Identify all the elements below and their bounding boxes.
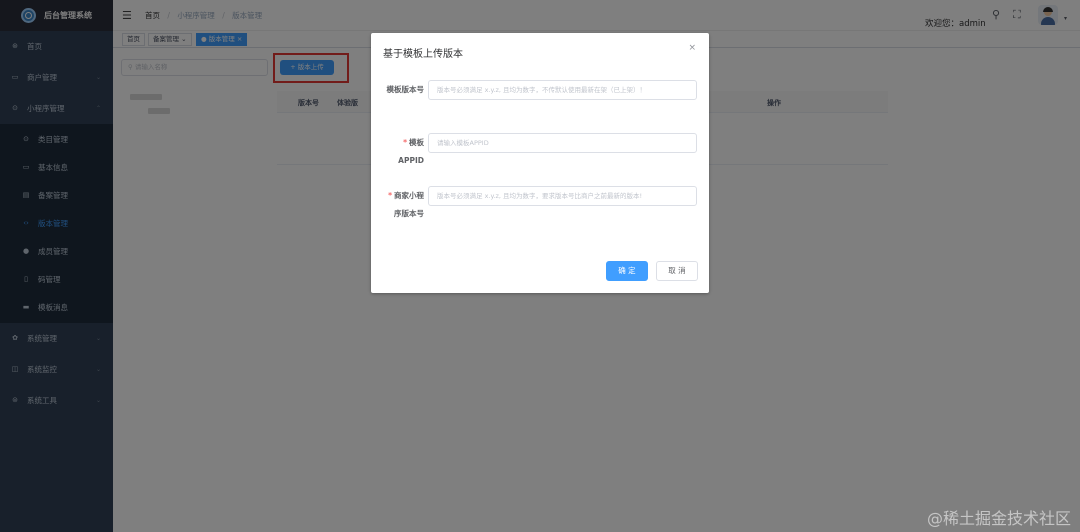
template-appid-input[interactable]: 请输入模板APPID xyxy=(428,133,697,153)
input-placeholder: 版本号必须满足 x.y.z, 且均为数字，不传默认使用最新在架（已上架）！ xyxy=(437,86,647,94)
dialog-title: 基于模板上传版本 xyxy=(383,49,463,60)
field-label-text: 模板APPID xyxy=(398,138,424,165)
input-placeholder: 版本号必须满足 x.y.z, 且均为数字，要求版本号比商户之前最新的版本! xyxy=(437,192,643,200)
input-placeholder: 请输入模板APPID xyxy=(437,139,489,147)
cancel-button[interactable]: 取 消 xyxy=(656,261,698,281)
field-label-text: 模板版本号 xyxy=(386,85,425,94)
template-version-input[interactable]: 版本号必须满足 x.y.z, 且均为数字，不传默认使用最新在架（已上架）！ xyxy=(428,80,697,100)
required-mark: * xyxy=(388,191,392,200)
label-merchant-version: * 商家小程序版本号 xyxy=(384,187,424,223)
label-template-version: 模板版本号 xyxy=(384,81,425,99)
merchant-version-input[interactable]: 版本号必须满足 x.y.z, 且均为数字，要求版本号比商户之前最新的版本! xyxy=(428,186,697,206)
confirm-button[interactable]: 确 定 xyxy=(606,261,648,281)
close-icon[interactable]: × xyxy=(688,43,696,53)
watermark: @稀土掘金技术社区 xyxy=(926,509,1071,528)
field-label-text: 商家小程序版本号 xyxy=(394,191,424,218)
upload-version-dialog: 基于模板上传版本 × 模板版本号 版本号必须满足 x.y.z, 且均为数字，不传… xyxy=(371,33,709,293)
label-template-appid: * 模板APPID xyxy=(384,134,424,170)
required-mark: * xyxy=(403,138,407,147)
